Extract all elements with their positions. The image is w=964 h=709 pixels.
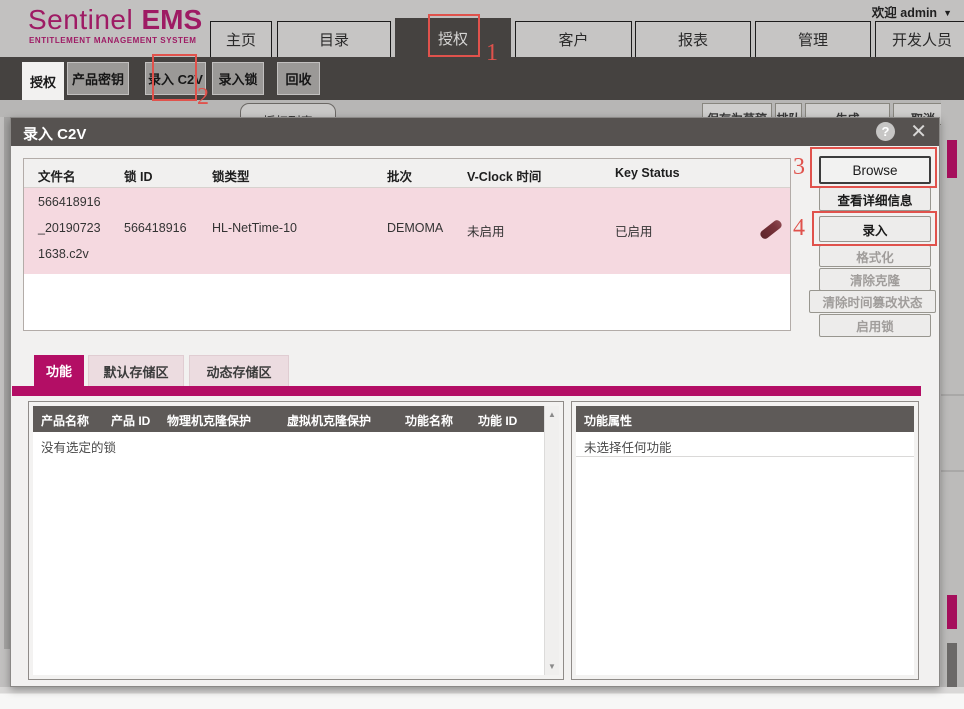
divider bbox=[576, 456, 914, 457]
col-key-status: Key Status bbox=[615, 166, 680, 180]
subtab-product-keys[interactable]: 产品密钥 bbox=[67, 62, 129, 95]
clear-clone-button[interactable]: 清除克隆 bbox=[819, 268, 931, 291]
col-file-name: 文件名 bbox=[38, 166, 76, 185]
welcome-label: 欢迎 admin bbox=[872, 2, 937, 21]
checkin-c2v-dialog: 录入 C2V ? ✕ 文件名 锁 ID 锁类型 批次 V-Clock 时间 Ke… bbox=[10, 117, 940, 687]
user-menu[interactable]: 欢迎 admin ▼ bbox=[872, 2, 952, 21]
tab-default-memory[interactable]: 默认存储区 bbox=[88, 355, 184, 386]
feature-properties: 功能属性 未选择任何功能 bbox=[576, 406, 914, 675]
dongle-icon bbox=[759, 219, 783, 241]
tab-features[interactable]: 功能 bbox=[34, 355, 84, 386]
subtab-recycle[interactable]: 回收 bbox=[277, 62, 320, 95]
feature-properties-panel: 功能属性 未选择任何功能 bbox=[571, 401, 919, 680]
annotation-number-1: 1 bbox=[486, 40, 498, 67]
col-feature-id: 功能 ID bbox=[478, 412, 517, 429]
cell-file-name-line1: 566418916 bbox=[38, 195, 101, 209]
col-product-name: 产品名称 bbox=[41, 412, 89, 429]
enable-lock-button[interactable]: 启用锁 bbox=[819, 314, 931, 337]
col-lock-type: 锁类型 bbox=[212, 166, 250, 185]
chevron-down-icon: ▼ bbox=[943, 8, 952, 18]
features-table-scrollbar[interactable]: ▲ ▼ bbox=[544, 406, 559, 675]
cell-lock-type: HL-NetTime-10 bbox=[212, 221, 297, 235]
subtab-entitlements[interactable]: 授权 bbox=[22, 62, 64, 100]
feature-properties-title: 功能属性 bbox=[584, 412, 632, 429]
col-batch: 批次 bbox=[387, 166, 412, 185]
logo-text-bold: EMS bbox=[141, 4, 202, 35]
annotation-box-step2 bbox=[152, 54, 197, 101]
tab-customers[interactable]: 客户 bbox=[515, 21, 632, 57]
close-icon[interactable]: ✕ bbox=[910, 120, 927, 144]
tab-dynamic-memory[interactable]: 动态存储区 bbox=[189, 355, 289, 386]
annotation-number-2: 2 bbox=[197, 84, 209, 111]
cell-key-status: 已启用 bbox=[615, 221, 653, 240]
col-physical-clone-protection: 物理机克隆保护 bbox=[167, 412, 251, 429]
tab-catalog[interactable]: 目录 bbox=[277, 21, 391, 57]
annotation-box-step1 bbox=[428, 14, 480, 57]
col-feature-name: 功能名称 bbox=[405, 412, 453, 429]
cell-lock-id: 566418916 bbox=[124, 221, 187, 235]
background-divider bbox=[941, 470, 964, 472]
tab-reports[interactable]: 报表 bbox=[635, 21, 751, 57]
tab-administration[interactable]: 管理 bbox=[755, 21, 871, 57]
app-logo: Sentinel EMS bbox=[28, 5, 202, 35]
annotation-box-step4 bbox=[812, 211, 937, 246]
dialog-titlebar: 录入 C2V ? ✕ bbox=[11, 118, 939, 146]
no-lock-selected-text: 没有选定的锁 bbox=[41, 437, 116, 456]
col-product-id: 产品 ID bbox=[111, 412, 150, 429]
scroll-up-icon[interactable]: ▲ bbox=[545, 410, 559, 419]
cell-file-name-line2: _20190723 bbox=[38, 221, 101, 235]
c2v-file-table: 文件名 锁 ID 锁类型 批次 V-Clock 时间 Key Status 56… bbox=[23, 158, 791, 331]
annotation-number-3: 3 bbox=[793, 154, 805, 181]
scroll-down-icon[interactable]: ▼ bbox=[545, 662, 559, 671]
col-vclock-time: V-Clock 时间 bbox=[467, 166, 541, 185]
cell-file-name-line3: 1638.c2v bbox=[38, 247, 89, 261]
features-table-panel: 产品名称 产品 ID 物理机克隆保护 虚拟机克隆保护 功能名称 功能 ID 没有… bbox=[28, 401, 564, 680]
cell-vclock-time: 未启用 bbox=[467, 221, 505, 240]
sentinel-ems-screen: 欢迎 admin ▼ Sentinel EMS ENTITLEMENT MANAG… bbox=[0, 0, 964, 709]
background-accent-sliver bbox=[947, 140, 957, 178]
page-footer-area bbox=[0, 687, 964, 709]
col-virtual-clone-protection: 虚拟机克隆保护 bbox=[287, 412, 371, 429]
c2v-table-header: 文件名 锁 ID 锁类型 批次 V-Clock 时间 Key Status bbox=[24, 159, 790, 188]
no-feature-selected-text: 未选择任何功能 bbox=[584, 437, 672, 456]
clear-time-tamper-button[interactable]: 清除时间篡改状态 bbox=[809, 290, 936, 313]
logo-text-light: Sentinel bbox=[28, 4, 133, 35]
logo-tagline: ENTITLEMENT MANAGEMENT SYSTEM bbox=[29, 36, 197, 45]
features-table: 产品名称 产品 ID 物理机克隆保护 虚拟机克隆保护 功能名称 功能 ID 没有… bbox=[33, 406, 559, 675]
annotation-box-step3 bbox=[810, 147, 937, 188]
accent-bar bbox=[12, 386, 921, 396]
table-row[interactable]: 566418916 _20190723 1638.c2v 566418916 H… bbox=[24, 188, 790, 274]
subtab-checkin-key[interactable]: 录入锁 bbox=[212, 62, 264, 95]
format-button[interactable]: 格式化 bbox=[819, 245, 931, 267]
tab-developer[interactable]: 开发人员 bbox=[875, 21, 964, 57]
feature-properties-header: 功能属性 bbox=[576, 406, 914, 432]
col-lock-id: 锁 ID bbox=[124, 166, 152, 185]
tab-home[interactable]: 主页 bbox=[210, 21, 272, 57]
view-details-button[interactable]: 查看详细信息 bbox=[819, 187, 931, 211]
cell-batch: DEMOMA bbox=[387, 221, 443, 235]
background-divider bbox=[941, 394, 964, 396]
features-table-header: 产品名称 产品 ID 物理机克隆保护 虚拟机克隆保护 功能名称 功能 ID bbox=[33, 406, 544, 432]
background-scroll-thumb[interactable] bbox=[947, 595, 957, 629]
help-icon[interactable]: ? bbox=[876, 122, 895, 141]
dialog-title: 录入 C2V bbox=[23, 123, 86, 144]
annotation-number-4: 4 bbox=[793, 215, 805, 242]
